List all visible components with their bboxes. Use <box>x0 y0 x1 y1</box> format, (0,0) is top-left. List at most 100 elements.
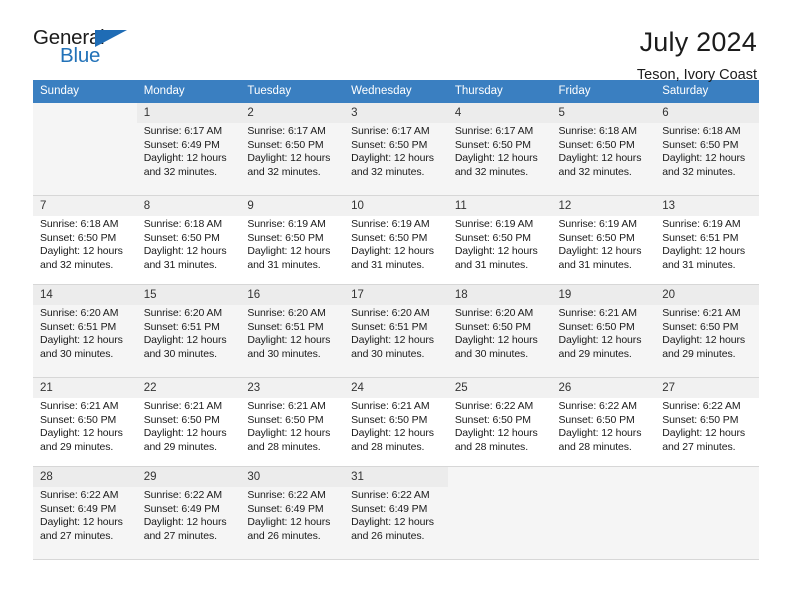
day-cell-inner <box>655 467 759 559</box>
info-line-daylight-line2: and 31 minutes. <box>454 258 529 271</box>
calendar-day-cell[interactable]: 22 Sunrise: 6:21 AM Sunset: 6:50 PM Dayligh… <box>136 377 241 467</box>
info-line-daylight-line1: Daylight: 12 hours <box>662 152 746 165</box>
info-line-sunset: Sunset: 6:50 PM <box>40 231 117 244</box>
day-number: 2 <box>240 103 345 123</box>
info-line-sunrise: Sunrise: 6:19 AM <box>351 218 430 230</box>
page-subtitle: Teson, Ivory Coast <box>636 67 757 84</box>
info-line-daylight-line2: and 27 minutes. <box>143 529 217 542</box>
calendar-cell-empty <box>551 466 656 560</box>
info-line-daylight-line2: and 31 minutes. <box>143 258 217 271</box>
calendar-day-cell[interactable]: 30 Sunrise: 6:22 AM Sunset: 6:49 PM Dayligh… <box>240 466 345 560</box>
calendar-body: 1 Sunrise: 6:17 AM Sunset: 6:49 PM Daylight… <box>33 102 759 560</box>
calendar-day-cell[interactable]: 17 Sunrise: 6:20 AM Sunset: 6:51 PM Dayligh… <box>344 284 448 378</box>
calendar-day-cell[interactable]: 4 Sunrise: 6:17 AM Sunset: 6:50 PM Daylight… <box>447 102 552 196</box>
day-cell-inner: 18 Sunrise: 6:20 AM Sunset: 6:50 PM Dayligh… <box>447 285 552 377</box>
info-line-daylight-line1: Daylight: 12 hours <box>558 427 642 440</box>
calendar-day-cell[interactable]: 11 Sunrise: 6:19 AM Sunset: 6:50 PM Dayligh… <box>447 195 552 285</box>
day-number: 21 <box>33 378 137 398</box>
calendar-day-cell[interactable]: 12 Sunrise: 6:19 AM Sunset: 6:50 PM Dayligh… <box>551 195 656 285</box>
calendar-day-cell[interactable]: 26 Sunrise: 6:22 AM Sunset: 6:50 PM Dayligh… <box>551 377 656 467</box>
calendar-day-cell[interactable]: 31 Sunrise: 6:22 AM Sunset: 6:49 PM Dayligh… <box>344 466 448 560</box>
calendar-day-cell[interactable]: 19 Sunrise: 6:21 AM Sunset: 6:50 PM Dayligh… <box>551 284 656 378</box>
day-sun-info: Sunrise: 6:21 AM Sunset: 6:50 PM Daylight:… <box>247 400 337 454</box>
weekday-header-sunday: Sunday <box>33 80 137 103</box>
info-line-sunrise: Sunrise: 6:21 AM <box>558 307 637 319</box>
day-cell-inner <box>33 103 137 195</box>
day-number: 13 <box>655 196 759 216</box>
calendar-day-cell[interactable]: 24 Sunrise: 6:21 AM Sunset: 6:50 PM Dayligh… <box>344 377 448 467</box>
calendar-day-cell[interactable]: 18 Sunrise: 6:20 AM Sunset: 6:50 PM Dayligh… <box>447 284 552 378</box>
info-line-daylight-line2: and 28 minutes. <box>247 440 321 453</box>
day-cell-inner: 13 Sunrise: 6:19 AM Sunset: 6:51 PM Dayligh… <box>655 196 759 276</box>
day-cell-inner: 6 Sunrise: 6:18 AM Sunset: 6:50 PM Daylight… <box>655 103 759 195</box>
calendar-day-cell[interactable]: 21 Sunrise: 6:21 AM Sunset: 6:50 PM Dayligh… <box>33 377 137 467</box>
info-line-daylight-line1: Daylight: 12 hours <box>351 334 434 347</box>
calendar-day-cell[interactable]: 2 Sunrise: 6:17 AM Sunset: 6:50 PM Daylight… <box>240 102 345 196</box>
day-cell-inner: 29 Sunrise: 6:22 AM Sunset: 6:49 PM Dayligh… <box>136 467 241 559</box>
calendar-day-cell[interactable]: 13 Sunrise: 6:19 AM Sunset: 6:51 PM Dayligh… <box>655 195 759 285</box>
info-line-daylight-line2: and 32 minutes. <box>143 165 217 178</box>
day-number: 1 <box>136 103 241 123</box>
info-line-sunset: Sunset: 6:49 PM <box>247 502 324 515</box>
calendar-week-row: 21 Sunrise: 6:21 AM Sunset: 6:50 PM Dayligh… <box>33 377 759 467</box>
calendar-day-cell[interactable]: 8 Sunrise: 6:18 AM Sunset: 6:50 PM Daylight… <box>136 195 241 285</box>
calendar-day-cell[interactable]: 28 Sunrise: 6:22 AM Sunset: 6:49 PM Dayligh… <box>33 466 137 560</box>
info-line-sunset: Sunset: 6:50 PM <box>247 231 324 244</box>
day-sun-info: Sunrise: 6:19 AM Sunset: 6:50 PM Daylight:… <box>559 218 649 272</box>
calendar-day-cell[interactable]: 1 Sunrise: 6:17 AM Sunset: 6:49 PM Daylight… <box>136 102 241 196</box>
info-line-daylight-line2: and 27 minutes. <box>662 440 736 453</box>
info-line-daylight-line1: Daylight: 12 hours <box>454 334 538 347</box>
info-line-sunset: Sunset: 6:50 PM <box>454 320 531 333</box>
day-number: 4 <box>447 103 552 123</box>
day-number: 28 <box>33 467 137 487</box>
calendar-day-cell[interactable]: 29 Sunrise: 6:22 AM Sunset: 6:49 PM Dayligh… <box>136 466 241 560</box>
day-cell-inner: 30 Sunrise: 6:22 AM Sunset: 6:49 PM Dayligh… <box>240 467 345 559</box>
info-line-daylight-line2: and 26 minutes. <box>247 529 321 542</box>
info-line-sunset: Sunset: 6:50 PM <box>558 320 635 333</box>
calendar-week-row: 7 Sunrise: 6:18 AM Sunset: 6:50 PM Daylight… <box>33 195 759 285</box>
info-line-sunrise: Sunrise: 6:19 AM <box>454 218 534 230</box>
day-cell-inner <box>551 467 656 559</box>
info-line-daylight-line1: Daylight: 12 hours <box>247 516 331 529</box>
calendar-day-cell[interactable]: 6 Sunrise: 6:18 AM Sunset: 6:50 PM Daylight… <box>655 102 759 196</box>
day-cell-inner: 2 Sunrise: 6:17 AM Sunset: 6:50 PM Daylight… <box>240 103 345 195</box>
info-line-daylight-line2: and 30 minutes. <box>454 347 529 360</box>
info-line-daylight-line2: and 32 minutes. <box>40 258 114 271</box>
day-sun-info: Sunrise: 6:21 AM Sunset: 6:50 PM Daylight:… <box>351 400 441 454</box>
general-blue-logo[interactable]: General Blue <box>33 27 137 72</box>
calendar-day-cell[interactable]: 15 Sunrise: 6:20 AM Sunset: 6:51 PM Dayligh… <box>136 284 241 378</box>
weekday-header-tuesday: Tuesday <box>240 80 345 103</box>
info-line-sunset: Sunset: 6:50 PM <box>351 231 428 244</box>
day-number: 27 <box>655 378 759 398</box>
page-title: July 2024 <box>639 27 757 57</box>
info-line-sunrise: Sunrise: 6:17 AM <box>247 125 326 137</box>
calendar-day-cell[interactable]: 14 Sunrise: 6:20 AM Sunset: 6:51 PM Dayligh… <box>33 284 137 378</box>
calendar-day-cell[interactable]: 27 Sunrise: 6:22 AM Sunset: 6:50 PM Dayligh… <box>655 377 759 467</box>
calendar-day-cell[interactable]: 5 Sunrise: 6:18 AM Sunset: 6:50 PM Daylight… <box>551 102 656 196</box>
day-sun-info: Sunrise: 6:19 AM Sunset: 6:50 PM Daylight:… <box>455 218 545 272</box>
info-line-sunrise: Sunrise: 6:21 AM <box>662 307 741 319</box>
info-line-sunrise: Sunrise: 6:22 AM <box>40 489 119 501</box>
info-line-daylight-line1: Daylight: 12 hours <box>454 245 538 258</box>
day-number: 16 <box>240 285 345 305</box>
calendar-day-cell[interactable]: 9 Sunrise: 6:19 AM Sunset: 6:50 PM Daylight… <box>240 195 345 285</box>
logo-text-blue: Blue <box>60 44 101 67</box>
info-line-daylight-line2: and 32 minutes. <box>351 165 425 178</box>
info-line-daylight-line1: Daylight: 12 hours <box>662 334 746 347</box>
day-sun-info: Sunrise: 6:17 AM Sunset: 6:50 PM Daylight:… <box>351 125 441 179</box>
info-line-daylight-line2: and 29 minutes. <box>558 347 632 360</box>
calendar-day-cell[interactable]: 3 Sunrise: 6:17 AM Sunset: 6:50 PM Daylight… <box>344 102 448 196</box>
calendar-day-cell[interactable]: 10 Sunrise: 6:19 AM Sunset: 6:50 PM Dayligh… <box>344 195 448 285</box>
calendar-day-cell[interactable]: 23 Sunrise: 6:21 AM Sunset: 6:50 PM Dayligh… <box>240 377 345 467</box>
info-line-sunrise: Sunrise: 6:21 AM <box>143 400 223 412</box>
calendar-day-cell[interactable]: 25 Sunrise: 6:22 AM Sunset: 6:50 PM Dayligh… <box>447 377 552 467</box>
calendar-day-cell[interactable]: 7 Sunrise: 6:18 AM Sunset: 6:50 PM Daylight… <box>33 195 137 285</box>
calendar-day-cell[interactable]: 16 Sunrise: 6:20 AM Sunset: 6:51 PM Dayligh… <box>240 284 345 378</box>
day-cell-inner: 14 Sunrise: 6:20 AM Sunset: 6:51 PM Dayligh… <box>33 285 137 377</box>
day-sun-info: Sunrise: 6:22 AM Sunset: 6:49 PM Daylight:… <box>144 489 234 543</box>
weekday-header-friday: Friday <box>551 80 656 103</box>
calendar-day-cell[interactable]: 20 Sunrise: 6:21 AM Sunset: 6:50 PM Dayligh… <box>655 284 759 378</box>
page-header: General Blue July 2024 Teson, Ivory Coas… <box>33 0 759 82</box>
info-line-daylight-line2: and 32 minutes. <box>247 165 321 178</box>
info-line-sunrise: Sunrise: 6:22 AM <box>143 489 223 501</box>
